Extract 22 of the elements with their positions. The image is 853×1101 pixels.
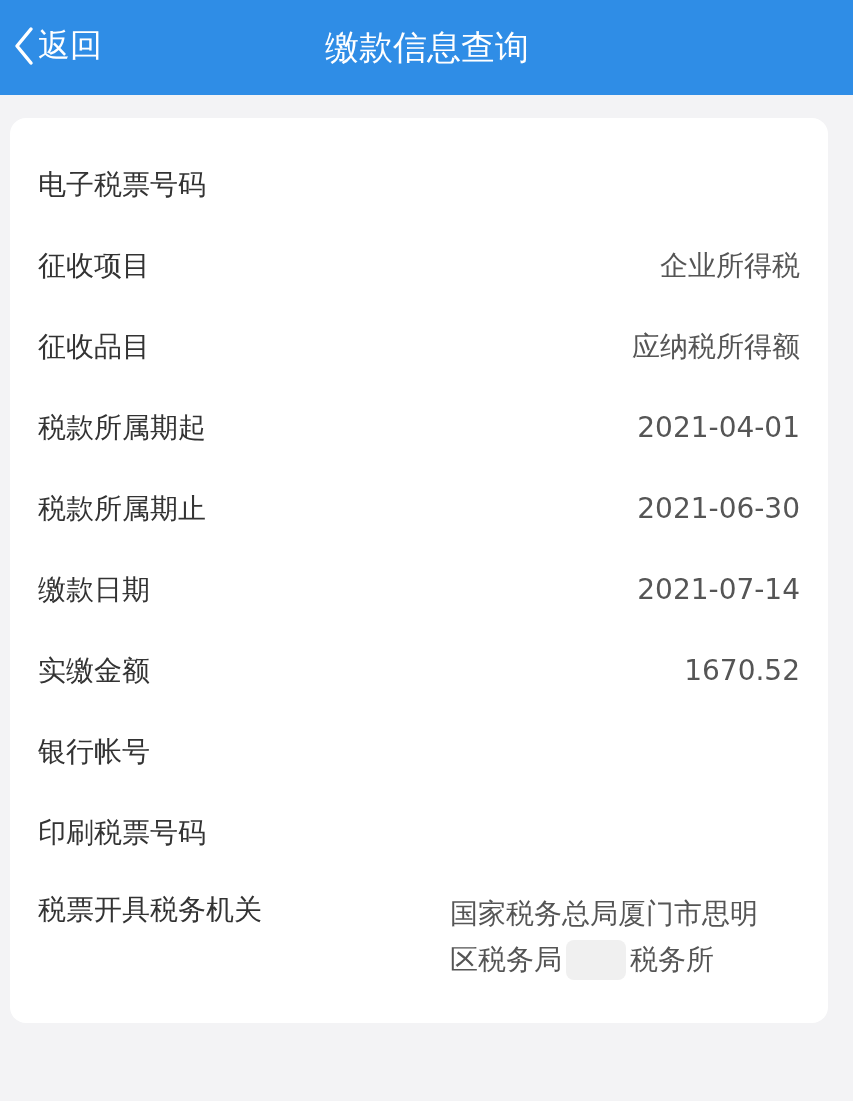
back-chevron-icon [14, 26, 34, 66]
field-value: 企业所得税 [660, 247, 800, 284]
field-value: 2021-07-14 [637, 573, 800, 606]
field-value: 国家税务总局厦门市思明 [450, 896, 758, 932]
page-title: 缴款信息查询 [324, 25, 529, 69]
field-label: 缴款日期 [38, 571, 150, 608]
field-label: 电子税票号码 [38, 166, 206, 203]
field-label: 征收品目 [38, 328, 150, 365]
field-label: 税款所属期起 [38, 409, 206, 446]
field-value: 应纳税所得额 [632, 328, 800, 365]
field-label: 征收项目 [38, 247, 150, 284]
field-label: 税款所属期止 [38, 490, 206, 527]
field-label: 实缴金额 [38, 652, 150, 689]
field-label: 税票开具税务机关 [38, 892, 262, 928]
back-button[interactable]: 返回 [14, 24, 102, 68]
field-value: 区税务局 [450, 942, 562, 978]
field-label: 印刷税票号码 [38, 814, 206, 851]
field-value: 2021-04-01 [637, 411, 800, 444]
field-value: 2021-06-30 [637, 492, 800, 525]
field-value: 1670.52 [684, 654, 800, 687]
field-value: 税务所 [630, 942, 714, 978]
field-label: 银行帐号 [38, 733, 150, 770]
